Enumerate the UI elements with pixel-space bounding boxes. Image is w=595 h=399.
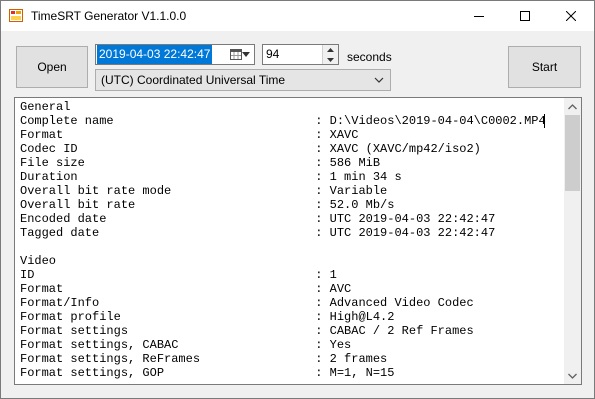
- media-info-textbox[interactable]: General Complete name : D:\Videos\2019-04…: [14, 97, 582, 385]
- scroll-down-button[interactable]: [564, 367, 581, 384]
- info-line: Codec ID : XAVC (XAVC/mp42/iso2): [20, 142, 481, 156]
- timezone-select[interactable]: (UTC) Coordinated Universal Time: [95, 69, 391, 91]
- info-line: Format settings : CABAC / 2 Ref Frames: [20, 324, 474, 338]
- info-line: Overall bit rate : 52.0 Mb/s: [20, 198, 395, 212]
- maximize-icon: [520, 11, 530, 21]
- app-icon: [9, 9, 23, 22]
- maximize-button[interactable]: [502, 1, 548, 31]
- info-line: Duration : 1 min 34 s: [20, 170, 402, 184]
- window-title: TimeSRT Generator V1.1.0.0: [31, 9, 187, 23]
- datetime-value: 2019-04-03 22:42:47: [97, 45, 213, 64]
- start-button[interactable]: Start: [508, 46, 581, 88]
- info-line: Encoded date : UTC 2019-04-03 22:42:47: [20, 212, 496, 226]
- close-icon: [566, 11, 576, 21]
- text-caret: [544, 114, 545, 128]
- chevron-up-icon: [568, 103, 577, 109]
- info-line: Video: [20, 254, 57, 268]
- scroll-thumb[interactable]: [565, 115, 580, 191]
- info-line: Overall bit rate mode : Variable: [20, 184, 388, 198]
- chevron-down-icon: [568, 373, 577, 379]
- info-line: Format settings, CABAC : Yes: [20, 338, 352, 352]
- chevron-down-icon: [374, 77, 384, 83]
- timezone-value: (UTC) Coordinated Universal Time: [101, 73, 286, 87]
- seconds-stepper[interactable]: 94: [262, 44, 339, 65]
- open-button[interactable]: Open: [16, 46, 88, 88]
- info-line: Format settings, GOP : M=1, N=15: [20, 366, 395, 380]
- info-line: ID : 1: [20, 268, 337, 282]
- close-button[interactable]: [548, 1, 594, 31]
- minimize-button[interactable]: [456, 1, 502, 31]
- info-line: Format : XAVC: [20, 128, 359, 142]
- spin-down-button[interactable]: [323, 55, 338, 64]
- title-bar[interactable]: TimeSRT Generator V1.1.0.0: [1, 1, 594, 31]
- chevron-up-icon: [327, 47, 334, 52]
- info-line: [20, 240, 560, 254]
- info-line: Tagged date : UTC 2019-04-03 22:42:47: [20, 226, 496, 240]
- info-line: Format settings, ReFrames : 2 frames: [20, 352, 388, 366]
- info-line: General: [20, 100, 71, 114]
- media-info-text[interactable]: General Complete name : D:\Videos\2019-04…: [20, 100, 560, 380]
- info-line: Complete name : D:\Videos\2019-04-04\C00…: [20, 114, 546, 128]
- calendar-icon[interactable]: [230, 48, 242, 60]
- seconds-value: 94: [266, 47, 280, 61]
- spin-buttons: [322, 45, 338, 64]
- spin-up-button[interactable]: [323, 45, 338, 54]
- info-line: Format : AVC: [20, 282, 352, 296]
- seconds-label: seconds: [347, 50, 392, 64]
- chevron-down-icon: [327, 57, 334, 62]
- vertical-scrollbar[interactable]: [564, 98, 581, 384]
- minimize-icon: [474, 16, 484, 17]
- datetime-picker[interactable]: 2019-04-03 22:42:47: [95, 44, 255, 65]
- chevron-down-icon[interactable]: [242, 52, 250, 57]
- info-line: Format/Info : Advanced Video Codec: [20, 296, 474, 310]
- info-line: Format profile : High@L4.2: [20, 310, 395, 324]
- info-line: File size : 586 MiB: [20, 156, 381, 170]
- app-window: TimeSRT Generator V1.1.0.0 Open 2019-04-…: [0, 0, 595, 399]
- scroll-up-button[interactable]: [564, 98, 581, 115]
